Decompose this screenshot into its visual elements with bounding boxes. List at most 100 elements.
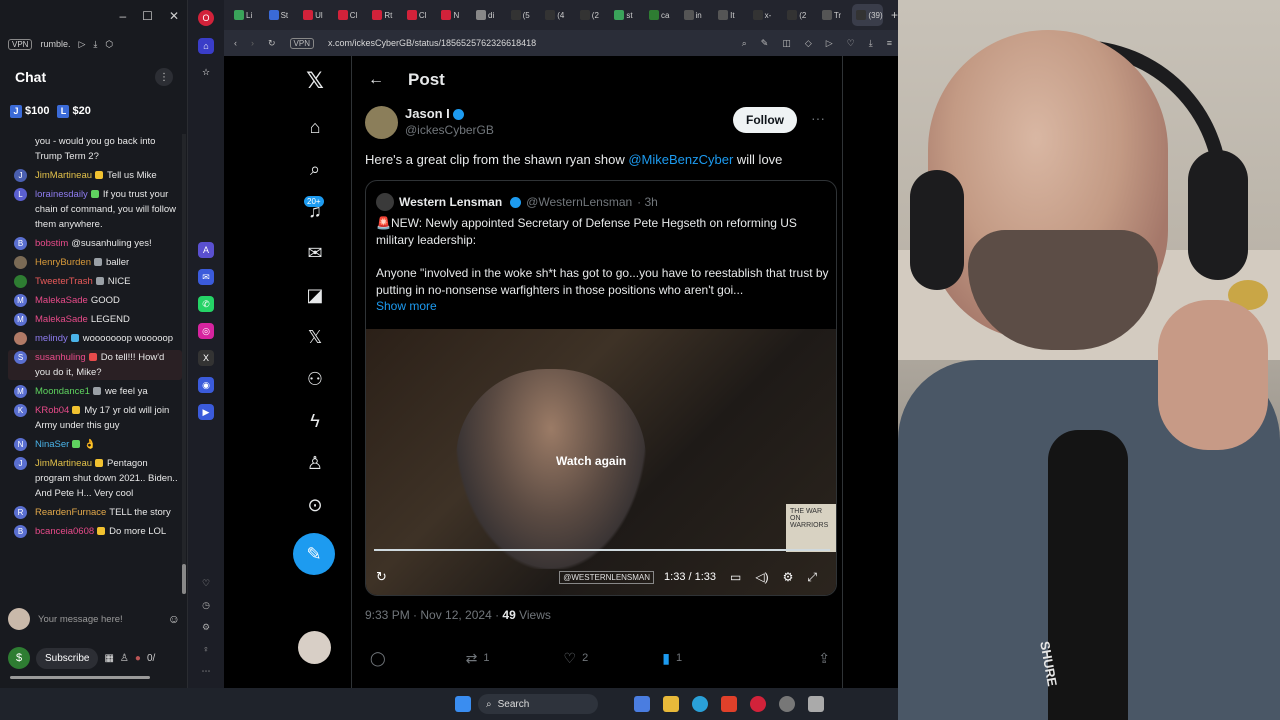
browser-tab[interactable]: (4: [541, 4, 572, 26]
username[interactable]: ReardenFurnace: [35, 507, 106, 518]
instagram-icon[interactable]: ◎: [198, 323, 214, 339]
browser-tab[interactable]: (2: [783, 4, 814, 26]
aria-icon[interactable]: A: [198, 242, 214, 258]
settings-icon[interactable]: ⚙: [198, 619, 214, 635]
like-button[interactable]: ♡ 2: [564, 650, 589, 667]
username[interactable]: susanhuling: [35, 352, 86, 363]
grok-icon[interactable]: ◪: [302, 282, 328, 308]
communities-icon[interactable]: ⚇: [302, 366, 328, 392]
username[interactable]: NinaSer: [35, 439, 69, 450]
author-handle[interactable]: @ickesCyberGB: [405, 123, 494, 137]
url-field[interactable]: x.com/ickesCyberGB/status/18565257623266…: [328, 38, 536, 48]
avatar[interactable]: M: [14, 313, 27, 326]
browser-tab[interactable]: di: [472, 4, 503, 26]
subscribe-button[interactable]: Subscribe: [36, 647, 99, 669]
file-explorer-icon[interactable]: [663, 696, 679, 712]
author-name[interactable]: Jason I: [405, 106, 464, 121]
volume-icon[interactable]: ◁): [755, 570, 768, 584]
browser-tab[interactable]: (5: [507, 4, 538, 26]
username[interactable]: bcanceia0608: [35, 526, 94, 537]
quoted-post[interactable]: Western Lensman @WesternLensman · 3h 🚨NE…: [365, 180, 837, 596]
play-icon[interactable]: ▷: [78, 39, 85, 50]
heart-icon[interactable]: ♡: [198, 575, 214, 591]
copilot-icon[interactable]: [634, 696, 650, 712]
fullscreen-icon[interactable]: ⤢: [807, 570, 817, 585]
x-logo-icon[interactable]: 𝕏: [302, 68, 328, 94]
bookmark-button[interactable]: ▮ 1: [662, 650, 682, 667]
message-input[interactable]: Your message here!: [38, 614, 160, 625]
avatar[interactable]: [14, 256, 27, 269]
post-timestamp[interactable]: 9:33 PM · Nov 12, 2024 ·: [365, 608, 502, 622]
chat-input[interactable]: Your message here! ☺: [8, 604, 180, 634]
player-icon[interactable]: ▶: [198, 404, 214, 420]
more-options-icon[interactable]: ···: [811, 110, 825, 126]
vpn-badge[interactable]: VPN: [8, 38, 33, 50]
username[interactable]: JimMartineau: [35, 170, 92, 181]
quoted-avatar[interactable]: [376, 193, 394, 211]
browser-tab[interactable]: Li: [230, 4, 261, 26]
close-icon[interactable]: ✕: [169, 9, 179, 23]
repost-button[interactable]: ⇄ 1: [466, 650, 490, 667]
video-progress-bar[interactable]: [374, 549, 830, 551]
quoted-author-name[interactable]: Western Lensman: [399, 195, 502, 209]
username[interactable]: melindy: [35, 333, 68, 344]
browser-tab[interactable]: Ul: [299, 4, 330, 26]
menu-icon[interactable]: ≡: [887, 38, 892, 48]
minimize-icon[interactable]: –: [119, 9, 126, 23]
avatar[interactable]: L: [14, 188, 27, 201]
browser-tab[interactable]: N: [437, 4, 468, 26]
author-name-text[interactable]: Jason I: [405, 106, 450, 121]
premium-icon[interactable]: 𝕏: [302, 324, 328, 350]
tips-icon[interactable]: ♀: [198, 641, 214, 657]
username[interactable]: MalekaSade: [35, 314, 88, 325]
edge-icon[interactable]: [692, 696, 708, 712]
download-icon[interactable]: ⤓: [93, 39, 97, 50]
camera-icon[interactable]: ◫: [782, 38, 791, 49]
reload-icon[interactable]: ↻: [268, 38, 276, 49]
new-tab-icon[interactable]: +: [891, 8, 898, 22]
browser-tab[interactable]: (2: [576, 4, 607, 26]
download-icon[interactable]: ⤓: [869, 38, 873, 49]
back-icon[interactable]: ‹: [234, 38, 237, 48]
app-icon[interactable]: [808, 696, 824, 712]
avatar[interactable]: M: [14, 385, 27, 398]
username[interactable]: JimMartineau: [35, 458, 92, 469]
whatsapp-icon[interactable]: ✆: [198, 296, 214, 312]
account-avatar[interactable]: [298, 631, 331, 664]
home-icon[interactable]: ⌂: [302, 114, 328, 140]
shield-icon[interactable]: ◇: [805, 38, 812, 49]
scrollbar-thumb[interactable]: [182, 564, 186, 594]
back-arrow-icon[interactable]: ←: [368, 71, 384, 89]
browser-tab[interactable]: Cl: [334, 4, 365, 26]
settings-icon[interactable]: ⚙: [783, 570, 794, 584]
avatar[interactable]: B: [14, 237, 27, 250]
bookmarks-icon[interactable]: ☆: [198, 64, 214, 80]
search-icon[interactable]: ⌕: [302, 156, 328, 182]
browser-tab[interactable]: Cl: [403, 4, 434, 26]
avatar[interactable]: B: [14, 525, 27, 538]
username[interactable]: TweeterTrash: [35, 276, 93, 287]
zoom-icon[interactable]: ⌕: [742, 38, 747, 49]
avatar[interactable]: J: [14, 457, 27, 470]
chat-messages[interactable]: you - would you go back into Trump Term …: [0, 134, 182, 596]
browser-tab[interactable]: Rt: [368, 4, 399, 26]
chat-url[interactable]: rumble.: [40, 39, 70, 49]
replay-icon[interactable]: ↻: [376, 569, 387, 585]
captions-icon[interactable]: ▭: [730, 570, 741, 584]
opera-icon[interactable]: O: [198, 10, 214, 26]
avatar[interactable]: R: [14, 506, 27, 519]
watch-again-button[interactable]: Watch again: [556, 454, 626, 468]
windows-start-icon[interactable]: [455, 696, 471, 712]
brave-icon[interactable]: [721, 696, 737, 712]
history-icon[interactable]: ◷: [198, 597, 214, 613]
vpn-badge[interactable]: VPN: [289, 37, 314, 49]
x-icon[interactable]: X: [198, 350, 214, 366]
verified-orgs-icon[interactable]: ϟ: [302, 408, 328, 434]
username[interactable]: bobstim: [35, 238, 68, 249]
profile-icon[interactable]: ♙: [302, 450, 328, 476]
avatar[interactable]: S: [14, 351, 27, 364]
browser-tab[interactable]: Tr: [818, 4, 849, 26]
compose-post-button[interactable]: ✎: [293, 533, 335, 575]
browser-tab[interactable]: It: [714, 4, 745, 26]
emoji-icon[interactable]: ☺: [168, 612, 180, 626]
